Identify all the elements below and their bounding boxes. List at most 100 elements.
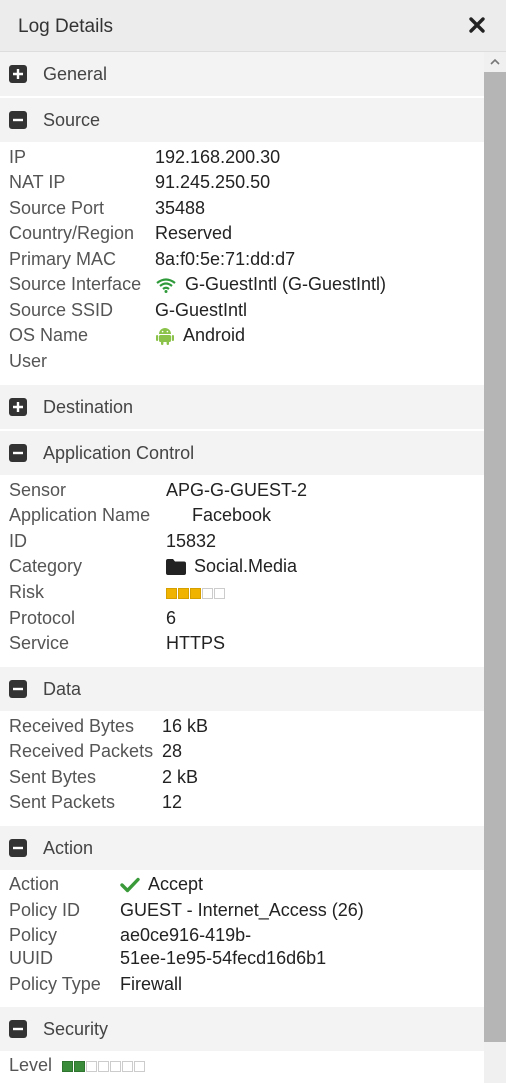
- field-label: Country/Region: [9, 223, 135, 243]
- folder-icon: [166, 558, 186, 575]
- vertical-scrollbar[interactable]: [484, 52, 506, 1083]
- field-label: ID: [9, 531, 27, 551]
- collapse-minus-icon: [9, 111, 27, 129]
- section-general-label: General: [43, 64, 108, 84]
- level-segment: [134, 1061, 145, 1072]
- source-mac-value: 8a:f0:5e:71:dd:d7: [155, 249, 296, 269]
- section-security-label: Security: [43, 1019, 109, 1039]
- app-name-value[interactable]: Facebook: [192, 505, 271, 526]
- risk-level-bar: [166, 588, 225, 599]
- category-text: Social.Media: [194, 556, 298, 576]
- field-label: Source Port: [9, 198, 105, 218]
- source-country-value: Reserved: [155, 223, 233, 243]
- app-category-value: Social.Media: [166, 556, 297, 577]
- source-interface-value[interactable]: G-GuestIntl (G-GuestIntl): [155, 274, 386, 295]
- scroll-up-arrow-icon[interactable]: [484, 52, 506, 72]
- source-ip-value: 192.168.200.30: [155, 147, 281, 167]
- interface-text: G-GuestIntl (G-GuestIntl): [185, 274, 387, 294]
- policy-uuid-value-1: ae0ce916-419b-: [120, 925, 252, 945]
- field-label: Primary MAC: [9, 249, 116, 269]
- action-value: Accept: [120, 874, 203, 895]
- risk-indicator: [166, 588, 225, 599]
- section-data-header[interactable]: Data: [0, 667, 484, 711]
- data-rx-packets-value: 28: [162, 741, 183, 761]
- level-segment: [122, 1061, 133, 1072]
- expand-plus-icon: [9, 65, 27, 83]
- close-icon[interactable]: [466, 14, 488, 36]
- risk-segment: [178, 588, 189, 599]
- data-tx-bytes-value: 2 kB: [162, 767, 199, 787]
- app-protocol-value: 6: [166, 608, 177, 628]
- field-label: Policy ID: [9, 900, 81, 920]
- field-label: Policy Type: [9, 974, 101, 994]
- app-service-value: HTTPS: [166, 633, 226, 653]
- collapse-minus-icon: [9, 444, 27, 462]
- field-label: Service: [9, 633, 70, 653]
- field-label: Received Bytes: [9, 716, 135, 736]
- section-action-header[interactable]: Action: [0, 826, 484, 870]
- section-security-header[interactable]: Security: [0, 1007, 484, 1051]
- field-label: Application Name: [9, 505, 151, 525]
- os-text: Android: [183, 325, 246, 345]
- risk-segment: [166, 588, 177, 599]
- section-data-label: Data: [43, 679, 82, 699]
- field-label: Policy: [9, 925, 58, 945]
- risk-segment: [190, 588, 201, 599]
- level-segment: [110, 1061, 121, 1072]
- scrollbar-thumb[interactable]: [484, 72, 506, 1042]
- data-tx-packets-value: 12: [162, 792, 183, 812]
- field-label: User: [9, 351, 48, 371]
- level-segment: [86, 1061, 97, 1072]
- collapse-minus-icon: [9, 839, 27, 857]
- source-nat-ip-value: 91.245.250.50: [155, 172, 271, 192]
- app-sensor-value[interactable]: APG-G-GUEST-2: [166, 480, 307, 501]
- field-label: UUID: [9, 948, 53, 968]
- section-action-label: Action: [43, 838, 94, 858]
- app-id-value: 15832: [166, 531, 217, 551]
- risk-segment: [214, 588, 225, 599]
- security-level-bar: [62, 1061, 145, 1072]
- section-source-header[interactable]: Source: [0, 98, 484, 142]
- source-ssid-value: G-GuestIntl: [155, 300, 248, 320]
- source-os-value: Android: [155, 325, 245, 346]
- level-segment: [98, 1061, 109, 1072]
- field-label: Sensor: [9, 480, 67, 500]
- android-icon: [156, 327, 174, 345]
- policy-uuid-value-2: 51ee-1e95-54fecd16d6b1: [120, 948, 327, 968]
- dialog-title: Log Details: [18, 16, 114, 37]
- level-segment: [74, 1061, 85, 1072]
- field-label: Sent Packets: [9, 792, 116, 812]
- dialog-titlebar: Log Details: [0, 0, 506, 52]
- policy-id-value[interactable]: GUEST - Internet_Access (26): [120, 900, 364, 921]
- section-app-control-label: Application Control: [43, 443, 195, 463]
- field-label: Risk: [9, 582, 44, 602]
- field-label: Source SSID: [9, 300, 114, 320]
- source-port-value: 35488: [155, 198, 206, 218]
- risk-segment: [202, 588, 213, 599]
- section-general-header[interactable]: General: [0, 52, 484, 96]
- wifi-icon: [156, 277, 176, 293]
- section-app-control-header[interactable]: Application Control: [0, 431, 484, 475]
- section-source-label: Source: [43, 110, 101, 130]
- data-rx-bytes-value: 16 kB: [162, 716, 209, 736]
- level-segment: [62, 1061, 73, 1072]
- section-destination-label: Destination: [43, 397, 134, 417]
- section-destination-header[interactable]: Destination: [0, 385, 484, 429]
- field-label: Action: [9, 874, 60, 894]
- expand-plus-icon: [9, 398, 27, 416]
- field-label: Sent Bytes: [9, 767, 97, 787]
- field-label: Protocol: [9, 608, 76, 628]
- action-text: Accept: [148, 874, 204, 894]
- field-label: Level: [9, 1055, 53, 1075]
- log-details-content: General Source IP 192.168.200.30 NAT IP …: [0, 52, 484, 1083]
- field-label: Category: [9, 556, 83, 576]
- check-icon: [120, 877, 140, 892]
- collapse-minus-icon: [9, 680, 27, 698]
- field-label: Received Packets: [9, 741, 154, 761]
- security-level-indicator: [62, 1061, 145, 1072]
- field-label: Source Interface: [9, 274, 142, 294]
- field-label: IP: [9, 147, 27, 167]
- field-label: OS Name: [9, 325, 89, 345]
- policy-type-value: Firewall: [120, 974, 183, 994]
- field-label: NAT IP: [9, 172, 66, 192]
